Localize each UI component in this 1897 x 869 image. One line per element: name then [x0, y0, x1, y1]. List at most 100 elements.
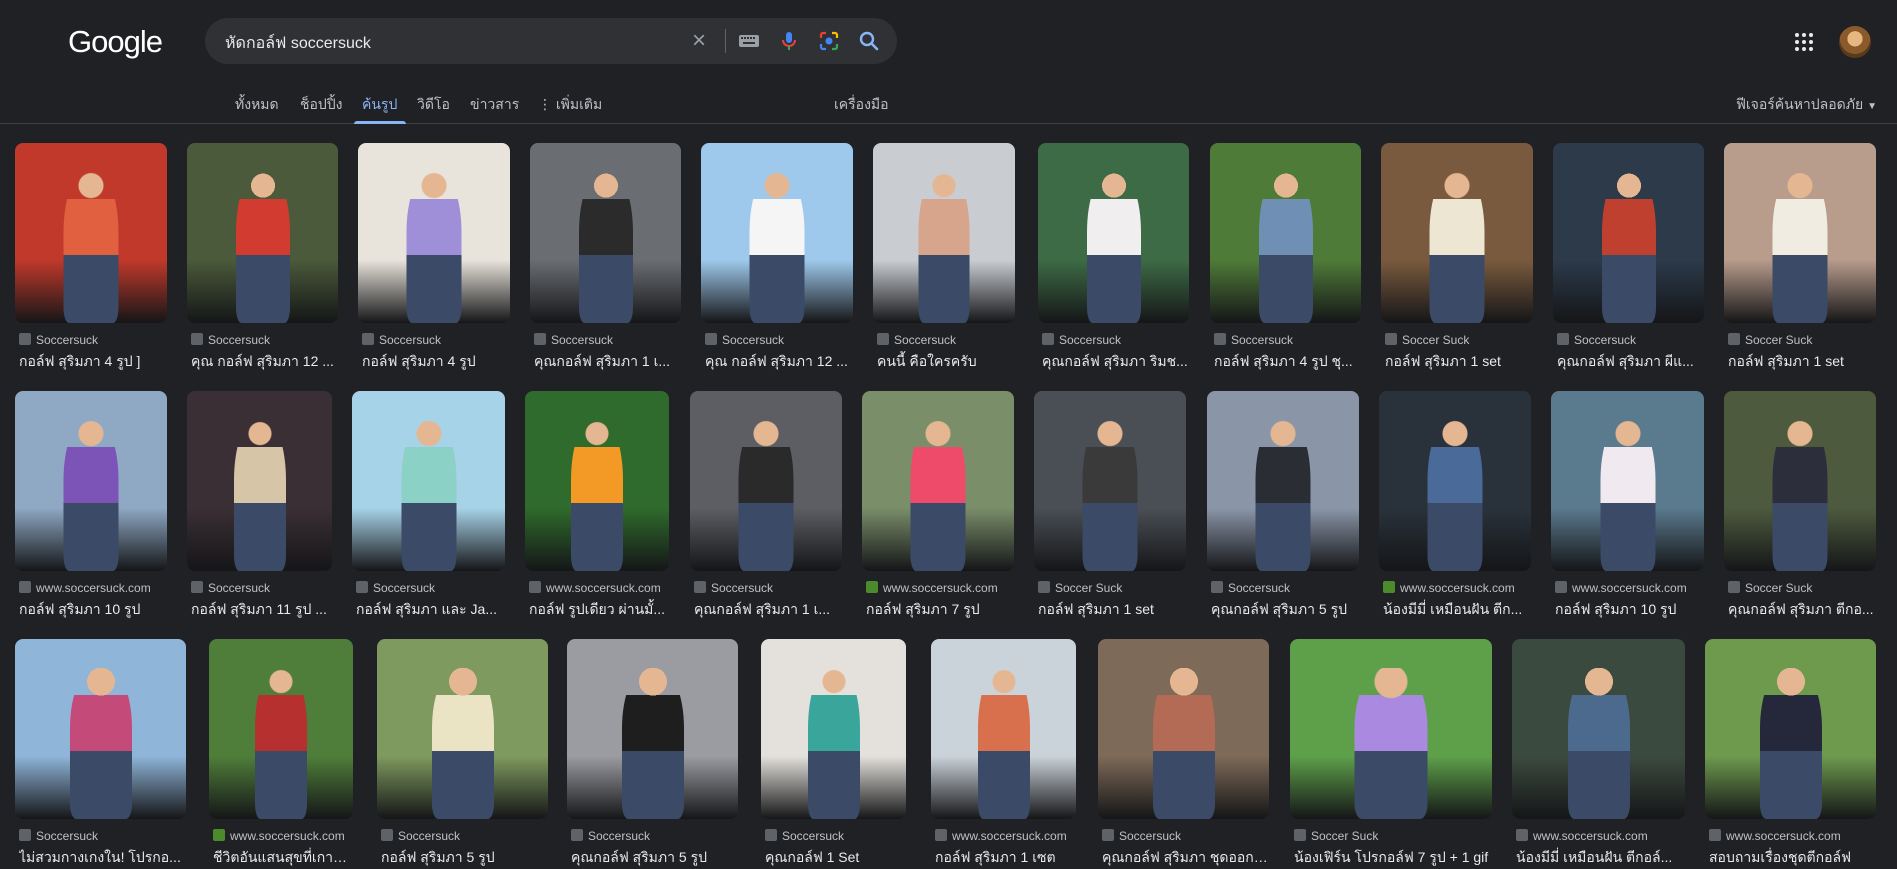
result-title[interactable]: กอล์ฟ สุริมภา 5 รูป: [381, 847, 548, 869]
image-result[interactable]: Soccersuck คุณกอล์ฟ สุริมภา 1 เ...: [690, 391, 842, 621]
result-source[interactable]: Soccersuck: [191, 333, 338, 347]
image-result[interactable]: Soccersuck คุณกอล์ฟ 1 Set: [761, 639, 906, 869]
image-result[interactable]: Soccer Suck กอล์ฟ สุริมภา 1 set: [1034, 391, 1186, 621]
result-source[interactable]: Soccersuck: [362, 333, 510, 347]
result-source[interactable]: Soccersuck: [694, 581, 842, 595]
result-thumbnail[interactable]: [525, 391, 669, 571]
result-title[interactable]: คุณกอล์ฟ สุริมภา ชุดออกกำ...: [1102, 847, 1269, 869]
result-thumbnail[interactable]: [1381, 143, 1533, 323]
result-thumbnail[interactable]: [209, 639, 353, 819]
image-result[interactable]: Soccersuck กอล์ฟ สุริมภา 5 รูป: [377, 639, 548, 869]
image-result[interactable]: Soccersuck คุณกอล์ฟ สุริมภา ชุดออกกำ...: [1098, 639, 1269, 869]
result-title[interactable]: กอล์ฟ สุริมภา 7 รูป: [866, 599, 1014, 621]
result-thumbnail[interactable]: [377, 639, 548, 819]
image-result[interactable]: Soccersuck คุณกอล์ฟ สุริมภา 5 รูป: [1207, 391, 1359, 621]
image-result[interactable]: www.soccersuck.com กอล์ฟ สุริมภา 1 เซต: [931, 639, 1076, 869]
result-thumbnail[interactable]: [187, 391, 332, 571]
result-thumbnail[interactable]: [358, 143, 510, 323]
result-title[interactable]: คุณกอล์ฟ สุริมภา ผีแ...: [1557, 351, 1704, 373]
result-source[interactable]: Soccersuck: [534, 333, 681, 347]
result-thumbnail[interactable]: [15, 143, 167, 323]
image-result[interactable]: Soccer Suck กอล์ฟ สุริมภา 1 set: [1724, 143, 1876, 373]
result-source[interactable]: Soccersuck: [1211, 581, 1359, 595]
result-source[interactable]: Soccersuck: [19, 333, 167, 347]
result-source[interactable]: Soccer Suck: [1728, 581, 1876, 595]
image-result[interactable]: Soccersuck คุณ กอล์ฟ สุริมภา 12 ...: [701, 143, 853, 373]
result-thumbnail[interactable]: [1512, 639, 1685, 819]
image-result[interactable]: www.soccersuck.com น้องมีมี่ เหมือนฝัน ตี…: [1379, 391, 1531, 621]
result-thumbnail[interactable]: [1038, 143, 1189, 323]
image-result[interactable]: www.soccersuck.com ชีวิตอันแสนสุขที่เกาห.…: [209, 639, 353, 869]
result-source[interactable]: www.soccersuck.com: [935, 829, 1076, 843]
image-result[interactable]: Soccersuck กอล์ฟ สุริมภา และ Ja...: [352, 391, 505, 621]
result-title[interactable]: คุณกอล์ฟ สุริมภา ริมช...: [1042, 351, 1189, 373]
result-source[interactable]: Soccer Suck: [1728, 333, 1876, 347]
result-source[interactable]: Soccersuck: [381, 829, 548, 843]
image-result[interactable]: Soccersuck กอล์ฟ สุริมภา 4 รูป ชุ...: [1210, 143, 1361, 373]
result-source[interactable]: www.soccersuck.com: [1516, 829, 1685, 843]
result-title[interactable]: กอล์ฟ รูปเดียว ผ่านมั้...: [529, 599, 669, 621]
result-thumbnail[interactable]: [1290, 639, 1492, 819]
result-title[interactable]: กอล์ฟ สุริมภา 1 set: [1385, 351, 1533, 373]
result-thumbnail[interactable]: [761, 639, 906, 819]
result-thumbnail[interactable]: [1551, 391, 1704, 571]
result-source[interactable]: Soccersuck: [1042, 333, 1189, 347]
image-result[interactable]: Soccersuck คุณกอล์ฟ สุริมภา ผีแ...: [1553, 143, 1704, 373]
result-source[interactable]: Soccersuck: [1214, 333, 1361, 347]
result-title[interactable]: สอบถามเรื่องชุดตีกอล์ฟ: [1709, 847, 1876, 869]
result-title[interactable]: กอล์ฟ สุริมภา 1 set: [1728, 351, 1876, 373]
result-source[interactable]: Soccersuck: [705, 333, 853, 347]
result-title[interactable]: คุณกอล์ฟ สุริมภา 1 เ...: [694, 599, 842, 621]
result-source[interactable]: Soccersuck: [191, 581, 332, 595]
result-source[interactable]: Soccersuck: [1102, 829, 1269, 843]
result-source[interactable]: Soccersuck: [877, 333, 1015, 347]
result-source[interactable]: Soccersuck: [19, 829, 186, 843]
image-result[interactable]: Soccersuck กอล์ฟ สุริมภา 4 รูป: [358, 143, 510, 373]
result-thumbnail[interactable]: [862, 391, 1014, 571]
result-thumbnail[interactable]: [1724, 143, 1876, 323]
result-title[interactable]: ชีวิตอันแสนสุขที่เกาห...: [213, 847, 353, 869]
result-thumbnail[interactable]: [701, 143, 853, 323]
result-title[interactable]: คุณกอล์ฟ สุริมภา 5 รูป: [1211, 599, 1359, 621]
image-result[interactable]: www.soccersuck.com กอล์ฟ สุริมภา 10 รูป: [15, 391, 167, 621]
result-title[interactable]: กอล์ฟ สุริมภา 4 รูป ]: [19, 351, 167, 373]
result-source[interactable]: Soccersuck: [356, 581, 505, 595]
result-source[interactable]: Soccer Suck: [1038, 581, 1186, 595]
result-source[interactable]: Soccer Suck: [1385, 333, 1533, 347]
result-source[interactable]: www.soccersuck.com: [1555, 581, 1704, 595]
result-thumbnail[interactable]: [690, 391, 842, 571]
result-thumbnail[interactable]: [1705, 639, 1876, 819]
result-thumbnail[interactable]: [1210, 143, 1361, 323]
result-thumbnail[interactable]: [1553, 143, 1704, 323]
result-title[interactable]: น้องมีมี่ เหมือนฝัน ตีก...: [1383, 599, 1531, 621]
result-source[interactable]: www.soccersuck.com: [866, 581, 1014, 595]
result-source[interactable]: Soccersuck: [571, 829, 738, 843]
image-result[interactable]: Soccer Suck กอล์ฟ สุริมภา 1 set: [1381, 143, 1533, 373]
result-source[interactable]: Soccersuck: [765, 829, 906, 843]
result-title[interactable]: กอล์ฟ สุริมภา 1 set: [1038, 599, 1186, 621]
result-title[interactable]: กอล์ฟ สุริมภา 10 รูป: [19, 599, 167, 621]
result-thumbnail[interactable]: [1034, 391, 1186, 571]
result-title[interactable]: คนนี้ คือใครครับ: [877, 351, 1015, 373]
result-title[interactable]: คุณ กอล์ฟ สุริมภา 12 ...: [705, 351, 853, 373]
image-result[interactable]: www.soccersuck.com สอบถามเรื่องชุดตีกอล์ฟ: [1705, 639, 1876, 869]
result-title[interactable]: กอล์ฟ สุริมภา และ Ja...: [356, 599, 505, 621]
result-thumbnail[interactable]: [187, 143, 338, 323]
image-result[interactable]: www.soccersuck.com กอล์ฟ รูปเดียว ผ่านมั้…: [525, 391, 669, 621]
result-title[interactable]: คุณกอล์ฟ สุริมภา ตีกอ...: [1728, 599, 1876, 621]
result-thumbnail[interactable]: [1379, 391, 1531, 571]
result-source[interactable]: www.soccersuck.com: [19, 581, 167, 595]
result-source[interactable]: Soccersuck: [1557, 333, 1704, 347]
image-result[interactable]: Soccersuck ไม่สวมกางเกงใน! โปรกอ...: [15, 639, 186, 869]
result-thumbnail[interactable]: [567, 639, 738, 819]
result-title[interactable]: กอล์ฟ สุริมภา 1 เซต: [935, 847, 1076, 869]
result-source[interactable]: www.soccersuck.com: [1383, 581, 1531, 595]
result-source[interactable]: www.soccersuck.com: [213, 829, 353, 843]
result-title[interactable]: กอล์ฟ สุริมภา 11 รูป ...: [191, 599, 332, 621]
image-result[interactable]: www.soccersuck.com น้องมีมี่ เหมือนฝัน ตี…: [1512, 639, 1685, 869]
image-result[interactable]: www.soccersuck.com กอล์ฟ สุริมภา 10 รูป: [1551, 391, 1704, 621]
image-result[interactable]: Soccersuck กอล์ฟ สุริมภา 4 รูป ]: [15, 143, 167, 373]
result-title[interactable]: ไม่สวมกางเกงใน! โปรกอ...: [19, 847, 186, 869]
result-thumbnail[interactable]: [1724, 391, 1876, 571]
image-result[interactable]: Soccersuck คุณกอล์ฟ สุริมภา 1 เ...: [530, 143, 681, 373]
